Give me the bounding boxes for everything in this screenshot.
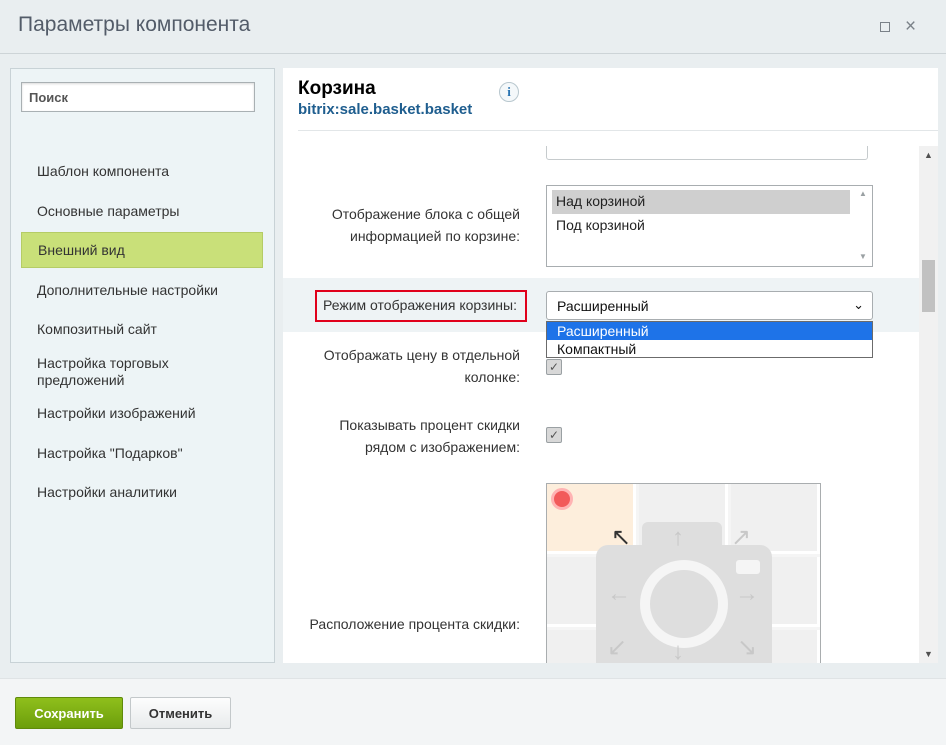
dialog-footer: Сохранить Отменить <box>0 678 946 745</box>
discount-near-image-checkbox[interactable]: ✓ <box>546 427 562 443</box>
arrow-left-icon: ← <box>607 580 631 607</box>
display-mode-dropdown: Расширенный Компактный <box>546 321 873 358</box>
price-column-checkbox[interactable]: ✓ <box>546 359 562 375</box>
scroll-down-icon[interactable]: ▼ <box>859 252 867 261</box>
scroll-up-icon[interactable]: ▲ <box>924 150 933 160</box>
arrow-up-icon: ↑ <box>672 524 684 551</box>
window-titlebar: Параметры компонента × <box>0 0 946 54</box>
sidebar-item-additional[interactable]: Дополнительные настройки <box>21 282 263 298</box>
main-panel: Корзина bitrix:sale.basket.basket i Отоб… <box>283 68 938 663</box>
sidebar-item-analytics[interactable]: Настройки аналитики <box>21 484 263 500</box>
sidebar-item-main-params[interactable]: Основные параметры <box>21 203 263 219</box>
params-scroll-area: Отображение блока с общей информацией по… <box>283 146 938 663</box>
cancel-button[interactable]: Отменить <box>130 697 231 729</box>
save-button[interactable]: Сохранить <box>15 697 123 729</box>
close-icon[interactable]: × <box>905 15 916 39</box>
arrow-down-left-icon: ↙ <box>607 634 628 661</box>
params-scrollbar[interactable]: ▲ ▼ <box>919 146 938 663</box>
display-mode-label: Режим отображения корзины: <box>315 290 527 322</box>
maximize-icon[interactable] <box>880 22 890 32</box>
list-option[interactable]: Под корзиной <box>552 214 850 238</box>
arrow-down-icon: ↓ <box>672 638 684 664</box>
previous-param-input[interactable] <box>546 146 868 160</box>
total-block-listbox[interactable]: Над корзиной Под корзиной ▲ ▼ <box>546 185 873 267</box>
sidebar-item-gifts[interactable]: Настройка "Подарков" <box>21 445 263 461</box>
component-title: Корзина <box>298 78 376 99</box>
sidebar-item-offers[interactable]: Настройка торговых предложений <box>21 355 221 389</box>
dropdown-option[interactable]: Компактный <box>547 340 872 358</box>
arrow-up-left-icon: ↖ <box>611 524 632 551</box>
list-option[interactable]: Над корзиной <box>552 190 850 214</box>
discount-position-label: Расположение процента скидки: <box>309 616 520 632</box>
info-icon[interactable]: i <box>499 82 519 102</box>
arrow-right-icon: → <box>735 580 759 607</box>
price-column-label: Отображать цену в отдельной колонке: <box>323 347 520 385</box>
discount-near-image-label: Показывать процент скидки рядом с изобра… <box>339 417 520 455</box>
sidebar-item-images[interactable]: Настройки изображений <box>21 405 263 421</box>
search-input[interactable]: Поиск <box>21 82 255 112</box>
divider <box>298 130 938 131</box>
scroll-down-icon[interactable]: ▼ <box>924 649 933 659</box>
total-block-label: Отображение блока с общей информацией по… <box>331 206 520 244</box>
sidebar-item-appearance[interactable]: Внешний вид <box>21 232 263 268</box>
window-title: Параметры компонента <box>18 13 251 36</box>
sidebar-item-composite[interactable]: Композитный сайт <box>21 321 263 337</box>
listbox-scrollbar[interactable]: ▲ ▼ <box>855 186 872 266</box>
sidebar: Поиск Шаблон компонента Основные парамет… <box>10 68 275 663</box>
arrow-down-right-icon: ↘ <box>737 634 758 661</box>
scroll-up-icon[interactable]: ▲ <box>859 189 867 198</box>
arrow-up-right-icon: ↗ <box>731 524 752 551</box>
discount-badge-icon <box>551 488 573 510</box>
display-mode-select[interactable]: Расширенный ⌄ <box>546 291 873 320</box>
scrollbar-thumb[interactable] <box>922 260 935 312</box>
chevron-down-icon: ⌄ <box>853 297 864 312</box>
discount-position-grid[interactable]: ↖ ↑ ↗ ← → ↙ ↓ ↘ <box>546 483 821 663</box>
sidebar-item-template[interactable]: Шаблон компонента <box>21 163 263 179</box>
dropdown-option[interactable]: Расширенный <box>547 322 872 340</box>
component-code: bitrix:sale.basket.basket <box>298 101 473 118</box>
